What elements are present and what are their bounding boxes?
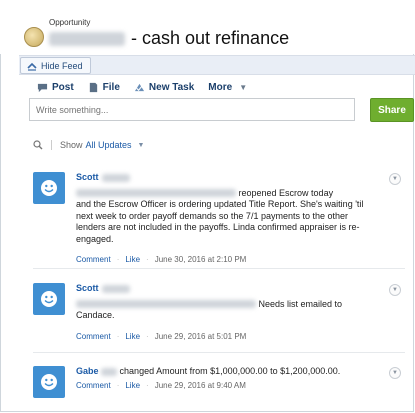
filter-select[interactable]: All Updates (86, 140, 132, 150)
meta-separator: · (146, 255, 149, 264)
object-type-label: Opportunity (49, 18, 91, 27)
author-link[interactable]: Scott (76, 172, 99, 182)
like-link[interactable]: Like (125, 254, 140, 266)
hide-feed-button[interactable]: Hide Feed (20, 57, 91, 74)
post-text-tail: reopened Escrow today (238, 187, 334, 198)
record-title: - cash out refinance (49, 28, 289, 49)
author-line: Scott (76, 283, 376, 295)
show-label: Show (60, 140, 83, 150)
post-text: Candace. (76, 310, 115, 320)
item-menu-button[interactable]: ▼ (389, 173, 401, 185)
meta-separator: · (116, 255, 120, 264)
record-title-text: - cash out refinance (131, 28, 290, 48)
redacted-name (49, 32, 125, 47)
tab-post[interactable]: Post (37, 82, 74, 93)
author-link[interactable]: Scott (76, 283, 99, 293)
tab-new-task[interactable]: New Task (134, 82, 194, 93)
speech-bubble-icon (37, 83, 48, 93)
post-first-line: reopened Escrow today (76, 188, 376, 200)
share-button[interactable]: Share (370, 98, 414, 122)
redacted-name (101, 284, 130, 293)
timestamp[interactable]: June 30, 2016 at 2:10 PM (155, 254, 247, 266)
record-header: Opportunity - cash out refinance (0, 0, 414, 54)
chevron-down-icon: ▼ (239, 83, 248, 92)
author-line: Scott (76, 172, 376, 184)
user-face-icon (41, 374, 57, 390)
meta-separator: · (116, 380, 120, 390)
redacted-name (101, 367, 118, 376)
tab-file-label: File (102, 82, 120, 93)
redacted-text (76, 300, 256, 309)
redacted-text (76, 189, 236, 198)
feed-filter: Show All Updates ▼ (33, 140, 144, 150)
comment-link[interactable]: Comment (76, 380, 111, 392)
tab-more-label: More (208, 82, 233, 93)
user-face-icon (41, 291, 57, 307)
feed-item-body: Gabe changed Amount from $1,000,000.00 t… (76, 366, 376, 391)
collapse-arrow-icon (27, 62, 37, 71)
author-link[interactable]: Gabe (76, 366, 99, 376)
chevron-down-icon[interactable]: ▼ (138, 142, 145, 149)
post-text-tail: changed Amount from $1,000,000.00 to $1,… (119, 366, 341, 376)
tab-post-label: Post (52, 82, 74, 93)
divider (51, 140, 52, 150)
timestamp[interactable]: June 29, 2016 at 5:01 PM (155, 331, 247, 343)
post-input[interactable] (29, 98, 355, 121)
feed-item-body: Scott reopened Escrow today and the Escr… (76, 172, 376, 266)
meta-separator: · (146, 380, 149, 390)
user-face-icon (41, 180, 57, 196)
tab-more[interactable]: More ▼ (208, 82, 247, 93)
redacted-name (101, 173, 130, 182)
opportunity-icon (24, 27, 44, 47)
item-menu-button[interactable]: ▼ (389, 284, 401, 296)
feed-divider (33, 268, 405, 269)
post-meta: Comment · Like · June 30, 2016 at 2:10 PM (76, 254, 376, 266)
like-link[interactable]: Like (125, 380, 140, 392)
item-menu-button[interactable]: ▼ (389, 367, 401, 379)
avatar[interactable] (33, 283, 65, 315)
meta-separator: · (116, 331, 120, 341)
post-text-tail: Needs list emailed to (258, 298, 343, 309)
file-icon (89, 82, 97, 93)
post-text: and the Escrow Officer is ordering updat… (76, 199, 364, 244)
avatar[interactable] (33, 172, 65, 204)
feed-item-body: Scott Needs list emailed to Candace. Com… (76, 283, 376, 342)
tab-new-task-label: New Task (148, 82, 195, 93)
post-meta: Comment · Like · June 29, 2016 at 9:40 AM (76, 380, 376, 392)
comment-link[interactable]: Comment (76, 254, 111, 266)
tab-file[interactable]: File (88, 82, 120, 93)
like-link[interactable]: Like (125, 331, 140, 343)
hide-feed-label: Hide Feed (41, 60, 83, 71)
timestamp[interactable]: June 29, 2016 at 9:40 AM (155, 380, 246, 392)
avatar[interactable] (33, 366, 65, 398)
feed-divider (33, 352, 405, 353)
publisher-tabs: Post File New Task More ▼ (37, 82, 261, 93)
comment-link[interactable]: Comment (76, 331, 111, 343)
post-first-line: Needs list emailed to (76, 299, 376, 311)
meta-separator: · (146, 331, 149, 341)
post-first-line: Gabe changed Amount from $1,000,000.00 t… (76, 366, 376, 378)
search-icon[interactable] (33, 140, 43, 150)
task-icon (134, 83, 144, 92)
post-meta: Comment · Like · June 29, 2016 at 5:01 PM (76, 331, 376, 343)
